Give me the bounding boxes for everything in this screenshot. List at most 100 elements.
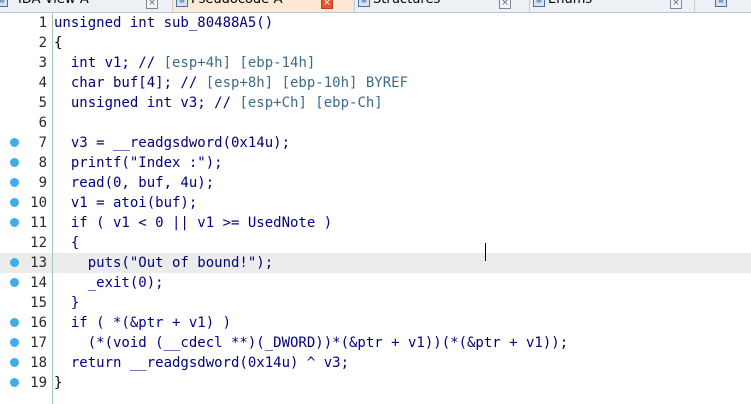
code-line[interactable]: 1 unsigned int sub_80488A5()	[0, 13, 751, 33]
code-token: (*(void (__cdecl **)(_DWORD))*(&ptr + v1…	[54, 335, 569, 351]
code-text: unsigned int sub_80488A5()	[54, 14, 273, 32]
code-text: if ( *(&ptr + v1) )	[54, 314, 231, 332]
code-text: }	[54, 374, 62, 392]
tab-pseudocode-a[interactable]: ≡Pseudocode-A ×	[173, 0, 355, 12]
line-number: 4	[38, 75, 47, 91]
text-caret	[485, 243, 486, 261]
tab-label: Structures	[373, 0, 440, 7]
code-comment: [esp+8h] [ebp-10h] BYREF	[205, 75, 409, 91]
code-line[interactable]: 2{	[0, 33, 751, 53]
code-token: v1 = atoi(buf);	[54, 195, 198, 211]
code-token: v3 = __readgsdword(0x14u);	[54, 135, 291, 151]
close-icon[interactable]: ×	[321, 0, 333, 9]
code-text: char buf[4]; // [esp+8h] [ebp-10h] BYREF	[54, 74, 408, 92]
breakpoint-marker-icon[interactable]	[10, 278, 19, 287]
code-line[interactable]: 14 _exit(0);	[0, 273, 751, 293]
tab-bar: ≡IDA View-A×≡Pseudocode-A×≡Structures×≡E…	[0, 0, 751, 13]
line-number: 14	[30, 275, 47, 291]
code-comment: [esp+Ch] [ebp-Ch]	[239, 95, 383, 111]
tab-ida-view-a[interactable]: ≡ IDA View-A ×	[0, 0, 173, 12]
close-icon[interactable]: ×	[670, 0, 682, 9]
gutter-divider	[52, 13, 53, 404]
line-number: 5	[38, 95, 47, 111]
code-line[interactable]: 11 if ( v1 < 0 || v1 >= UsedNote )	[0, 213, 751, 233]
breakpoint-marker-icon[interactable]	[10, 318, 19, 327]
code-line[interactable]: 3 int v1; // [esp+4h] [ebp-14h]	[0, 53, 751, 73]
code-line[interactable]: 19}	[0, 373, 751, 393]
code-comment: [esp+4h] [ebp-14h]	[163, 55, 316, 71]
code-line[interactable]: 6	[0, 113, 751, 133]
breakpoint-marker-icon[interactable]	[10, 198, 19, 207]
code-line[interactable]: 4 char buf[4]; // [esp+8h] [ebp-10h] BYR…	[0, 73, 751, 93]
pseudocode-editor[interactable]: 1 unsigned int sub_80488A5() 2{3 int v1; /…	[0, 13, 751, 404]
tab-label: Enums	[548, 0, 592, 7]
ida-view-icon: ≡	[0, 0, 8, 7]
line-number: 1	[38, 15, 47, 31]
breakpoint-marker-icon[interactable]	[10, 258, 19, 267]
breakpoint-marker-icon[interactable]	[10, 158, 19, 167]
code-line[interactable]: 8 printf("Index :");	[0, 153, 751, 173]
pseudocode-icon: ≡	[176, 0, 188, 7]
code-token: }	[54, 295, 80, 311]
code-line[interactable]: 18 return __readgsdword(0x14u) ^ v3;	[0, 353, 751, 373]
tab-enums[interactable]: ≡Enums ×	[530, 0, 695, 12]
code-line[interactable]: 13 puts("Out of bound!");	[0, 253, 751, 273]
code-token: int v1; //	[54, 55, 164, 71]
code-token: puts("Out of bound!");	[54, 255, 274, 271]
code-text: {	[54, 34, 62, 52]
line-number: 9	[38, 175, 47, 191]
code-line[interactable]: 16 if ( *(&ptr + v1) )	[0, 313, 751, 333]
structures-icon: ≡	[358, 0, 370, 7]
line-number: 2	[38, 35, 47, 51]
code-text: read(0, buf, 4u);	[54, 174, 214, 192]
close-icon[interactable]: ×	[146, 0, 158, 9]
code-token: if ( *(&ptr + v1) )	[54, 315, 232, 331]
code-token: _exit(0);	[54, 275, 164, 291]
tab-label: Pseudocode-A	[191, 0, 282, 7]
breakpoint-marker-icon[interactable]	[10, 378, 19, 387]
tab-label: IDA View-A	[18, 0, 89, 7]
code-token: }	[54, 375, 63, 391]
code-line[interactable]: 9 read(0, buf, 4u);	[0, 173, 751, 193]
breakpoint-marker-icon[interactable]	[10, 338, 19, 347]
code-line[interactable]: 12 {	[0, 233, 751, 253]
tab-structures[interactable]: ≡Structures ×	[355, 0, 530, 12]
code-token: unsigned int sub_80488A5()	[54, 15, 274, 31]
code-text: v3 = __readgsdword(0x14u);	[54, 134, 290, 152]
code-token: char buf[4]; //	[54, 75, 206, 91]
code-line[interactable]: 5 unsigned int v3; // [esp+Ch] [ebp-Ch]	[0, 93, 751, 113]
line-number: 15	[30, 295, 47, 311]
code-token: {	[54, 35, 63, 51]
imports-icon: ≡	[715, 0, 727, 7]
code-text: return __readgsdword(0x14u) ^ v3;	[54, 354, 349, 372]
code-line[interactable]: 17 (*(void (__cdecl **)(_DWORD))*(&ptr +…	[0, 333, 751, 353]
breakpoint-marker-icon[interactable]	[10, 138, 19, 147]
code-text: v1 = atoi(buf);	[54, 194, 197, 212]
tab-overflow[interactable]: ≡	[695, 0, 751, 12]
breakpoint-marker-icon[interactable]	[10, 218, 19, 227]
line-number: 10	[30, 195, 47, 211]
code-text: }	[54, 294, 79, 312]
line-number: 16	[30, 315, 47, 331]
code-line[interactable]: 15 }	[0, 293, 751, 313]
line-number: 12	[30, 235, 47, 251]
code-line[interactable]: 7 v3 = __readgsdword(0x14u);	[0, 133, 751, 153]
code-text: printf("Index :");	[54, 154, 223, 172]
breakpoint-marker-icon[interactable]	[10, 358, 19, 367]
code-token: {	[54, 235, 80, 251]
line-number: 7	[38, 135, 47, 151]
close-icon[interactable]: ×	[499, 0, 511, 9]
breakpoint-marker-icon[interactable]	[10, 178, 19, 187]
code-text: {	[54, 234, 79, 252]
code-token: printf("Index :");	[54, 155, 223, 171]
code-line[interactable]: 10 v1 = atoi(buf);	[0, 193, 751, 213]
line-number: 6	[38, 115, 47, 131]
enums-icon: ≡	[533, 0, 545, 7]
code-text: if ( v1 < 0 || v1 >= UsedNote )	[54, 214, 332, 232]
code-token: unsigned int v3; //	[54, 95, 240, 111]
code-text: unsigned int v3; // [esp+Ch] [ebp-Ch]	[54, 94, 383, 112]
code-token: if ( v1 < 0 || v1 >= UsedNote )	[54, 215, 333, 231]
line-number: 18	[30, 355, 47, 371]
line-number: 13	[30, 255, 47, 271]
line-number: 3	[38, 55, 47, 71]
